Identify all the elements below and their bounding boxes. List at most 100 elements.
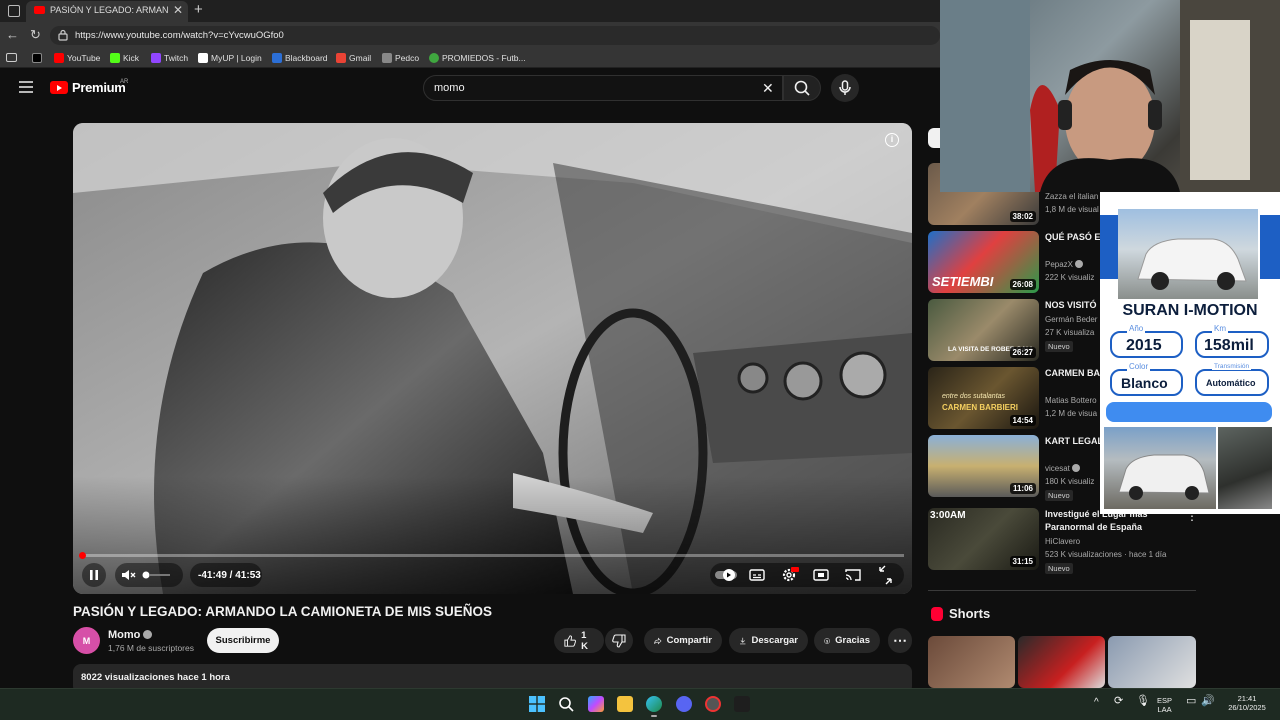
- share-button[interactable]: Compartir: [644, 628, 722, 653]
- active-indicator: [651, 715, 657, 717]
- settings-icon[interactable]: [782, 567, 799, 582]
- volume-icon[interactable]: 🔊: [1201, 696, 1215, 707]
- voice-search-button[interactable]: [831, 74, 859, 102]
- rec-channel[interactable]: Matias Bottero: [1045, 396, 1097, 405]
- rec-channel[interactable]: Germán Beder: [1045, 315, 1097, 324]
- share-icon: [654, 637, 662, 644]
- clear-search-icon[interactable]: ✕: [762, 80, 774, 97]
- app-icon[interactable]: [734, 696, 750, 712]
- network-icon[interactable]: ▭: [1186, 696, 1196, 707]
- bookmark-kick[interactable]: Kick: [110, 53, 139, 63]
- channel-avatar[interactable]: M: [73, 627, 100, 654]
- tray-overflow-icon[interactable]: ^: [1094, 698, 1099, 708]
- rec-duration: 31:15: [1009, 556, 1036, 567]
- views-and-date: 8022 visualizaciones hace 1 hora: [81, 672, 230, 683]
- subscriber-count: 1,76 M de suscriptores: [108, 643, 194, 653]
- download-button[interactable]: Descargar: [729, 628, 808, 653]
- video-player[interactable]: [73, 123, 912, 594]
- sync-icon[interactable]: ⟳: [1114, 696, 1123, 707]
- rec-thumbnail[interactable]: entre dos sutalantas CARMEN BARBIERI 14:…: [928, 367, 1039, 429]
- rec-duration: 38:02: [1009, 211, 1036, 222]
- rec-duration: 26:27: [1009, 347, 1036, 358]
- svg-text:M: M: [83, 636, 91, 646]
- rec-duration: 11:06: [1009, 483, 1036, 494]
- progress-scrubber[interactable]: [79, 552, 86, 559]
- search-input[interactable]: [423, 75, 783, 101]
- bookmark-x[interactable]: [32, 53, 42, 63]
- country-code: AR: [120, 79, 129, 85]
- back-icon[interactable]: ←: [6, 27, 19, 42]
- bookmark-twitch[interactable]: Twitch: [151, 53, 188, 63]
- obs-icon[interactable]: [705, 696, 721, 712]
- clock[interactable]: 21:41 26/10/2025: [1222, 694, 1272, 712]
- rec-meta: 222 K visualiz: [1045, 273, 1095, 282]
- rec-thumbnail[interactable]: LA VISITA DE ROBER GALI 26:27: [928, 299, 1039, 361]
- km-value: 158mil: [1204, 337, 1254, 354]
- windows-start-icon[interactable]: [529, 696, 545, 712]
- autoplay-toggle[interactable]: [715, 569, 737, 581]
- bookmark-promiedos[interactable]: PROMIEDOS - Futb...: [429, 53, 526, 63]
- pause-button[interactable]: [82, 563, 106, 587]
- rec-channel[interactable]: PepazX: [1045, 260, 1084, 269]
- thanks-button[interactable]: $ Gracias: [814, 628, 880, 653]
- right-controls: [710, 563, 904, 587]
- rec-channel[interactable]: HiClavero: [1045, 537, 1080, 546]
- sidebar-toggle-icon[interactable]: [6, 53, 17, 62]
- bookmark-myup[interactable]: MyUP | Login: [198, 53, 262, 63]
- filter-chip[interactable]: [928, 128, 940, 148]
- tab-close-icon[interactable]: ✕: [173, 3, 183, 17]
- more-actions-icon[interactable]: ⋯: [888, 628, 912, 653]
- bookmark-gmail[interactable]: Gmail: [336, 53, 371, 63]
- rec-channel[interactable]: vicesat: [1045, 464, 1081, 473]
- dislike-button[interactable]: [605, 628, 633, 653]
- search-taskbar-icon[interactable]: [558, 696, 574, 712]
- url-text[interactable]: https://www.youtube.com/watch?v=cYvcwuOG…: [75, 30, 284, 41]
- new-tab-icon[interactable]: +: [194, 1, 203, 18]
- site-info-icon[interactable]: [58, 29, 68, 41]
- thumb-text: SETIEMBI: [932, 274, 994, 289]
- copilot-icon[interactable]: [588, 696, 604, 712]
- thumb-text: CARMEN BARBIERI: [942, 403, 1018, 412]
- short-thumbnail[interactable]: [1018, 636, 1105, 688]
- file-explorer-icon[interactable]: [617, 696, 633, 712]
- subtitles-icon[interactable]: [749, 569, 765, 581]
- discord-icon[interactable]: [676, 696, 692, 712]
- bookmark-pedco[interactable]: Pedco: [382, 53, 419, 63]
- verified-icon: [1072, 464, 1081, 472]
- rec-meta: 180 K visualiz: [1045, 477, 1095, 486]
- cast-icon[interactable]: [845, 569, 861, 581]
- info-icon[interactable]: i: [885, 133, 899, 147]
- progress-bar[interactable]: [81, 554, 904, 557]
- short-thumbnail[interactable]: [1108, 636, 1196, 688]
- rec-thumbnail[interactable]: 11:06: [928, 435, 1039, 497]
- language-indicator[interactable]: ESP LAA: [1157, 696, 1172, 714]
- rec-channel[interactable]: Zazza el italian: [1045, 192, 1098, 201]
- tab-actions-icon[interactable]: [8, 5, 20, 17]
- channel-name[interactable]: Momo: [108, 629, 153, 641]
- volume-control[interactable]: [115, 563, 183, 587]
- miniplayer-icon[interactable]: [813, 569, 829, 581]
- menu-icon[interactable]: [19, 81, 33, 93]
- microphone-tray-icon[interactable]: 🎙: [1136, 696, 1150, 707]
- x-icon: [32, 53, 42, 63]
- car-photo: [1104, 427, 1216, 509]
- webcam-overlay: [940, 0, 1280, 192]
- fullscreen-icon[interactable]: [879, 565, 892, 585]
- search-button[interactable]: [783, 75, 821, 101]
- rec-thumbnail[interactable]: SETIEMBI 26:08: [928, 231, 1039, 293]
- subscribe-button[interactable]: Suscribirme: [207, 628, 279, 653]
- like-button[interactable]: 1 K: [554, 628, 604, 653]
- mute-icon: [122, 570, 170, 580]
- gmail-icon: [336, 53, 346, 63]
- edge-icon[interactable]: [646, 696, 662, 712]
- color-value: Blanco: [1121, 375, 1168, 391]
- bookmark-blackboard[interactable]: Blackboard: [272, 53, 328, 63]
- rec-thumbnail[interactable]: 3:00AM 31:15: [928, 508, 1039, 570]
- microphone-icon: [839, 80, 851, 95]
- video-title: PASIÓN Y LEGADO: ARMANDO LA CAMIONETA DE…: [73, 604, 493, 619]
- new-badge: Nuevo: [1045, 341, 1073, 352]
- bookmark-youtube[interactable]: YouTube: [54, 53, 100, 63]
- short-thumbnail[interactable]: [928, 636, 1015, 688]
- reload-icon[interactable]: ↻: [30, 27, 41, 43]
- youtube-logo[interactable]: Premium: [50, 80, 126, 95]
